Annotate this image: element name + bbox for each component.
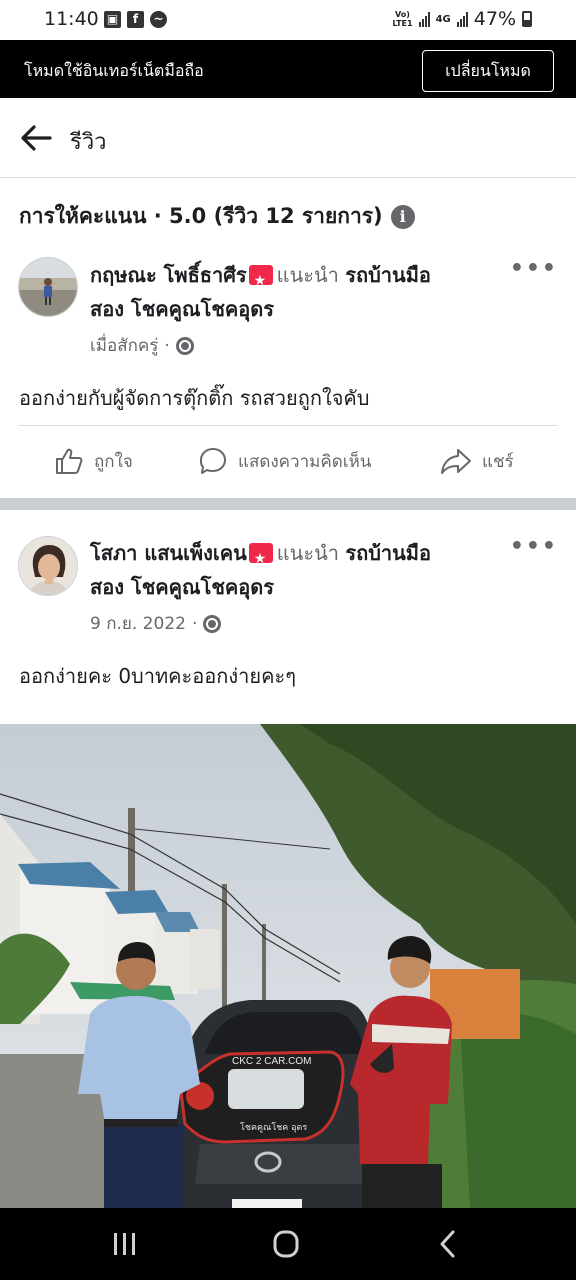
status-right: Vo) LTE1 4G 47% (392, 8, 532, 30)
page-name-cont[interactable]: สอง โชคคูณโชคอุดร (90, 297, 274, 321)
status-bar: 11:40 ▣ f ~ Vo) LTE1 4G 47% (0, 0, 576, 40)
page-name-cont[interactable]: สอง โชคคูณโชคอุดร (90, 575, 274, 599)
status-time: 11:40 (44, 8, 99, 30)
recommend-icon (248, 542, 273, 576)
data-mode-text: โหมดใช้อินเทอร์เน็ตมือถือ (24, 61, 204, 80)
recent-apps-icon[interactable] (105, 1226, 145, 1262)
review-author-line: โสภา แสนเพ็งเคน แนะนำ รถบ้านมือ สอง โชคคู… (90, 536, 520, 604)
like-button[interactable]: ถูกใจ (54, 426, 133, 496)
review-actions: ถูกใจ แสดงความคิดเห็น แชร์ (0, 426, 576, 496)
sign-subtext: โชคคูณโชค อุดร (240, 1122, 307, 1133)
review-text: ออกง่ายคะ 0บาทคะออกง่ายคะๆ (19, 664, 296, 688)
avatar-image (19, 537, 77, 595)
review-photo-image: CKC 2 CAR.COM โชคคูณโชค อุดร (0, 724, 576, 1208)
reviewer-name[interactable]: โสภา แสนเพ็งเคน (90, 541, 247, 565)
network-type: 4G (435, 13, 451, 25)
recommends-label: แนะนำ (276, 541, 339, 565)
data-mode-bar: โหมดใช้อินเทอร์เน็ตมือถือ เปลี่ยนโหมด (0, 40, 576, 98)
review-time[interactable]: 9 ก.ย. 2022 (90, 610, 186, 637)
review-meta: 9 ก.ย. 2022 · (90, 610, 222, 637)
review-meta: เมื่อสักครู่ · (90, 332, 194, 359)
section-divider (0, 498, 576, 510)
review-photo[interactable]: CKC 2 CAR.COM โชคคูณโชค อุดร (0, 724, 576, 1208)
avatar[interactable] (18, 536, 78, 596)
volte-icon: Vo) LTE1 (392, 10, 413, 28)
facebook-icon: f (127, 11, 144, 28)
meta-dot: · (164, 335, 170, 356)
page-name[interactable]: รถบ้านมือ (345, 541, 431, 565)
switch-mode-button[interactable]: เปลี่ยนโหมด (422, 50, 554, 92)
reviewer-name[interactable]: กฤษณะ โพธิ์ธาศีร (90, 263, 247, 287)
page-title: รีวิว (70, 130, 107, 155)
sign-text: CKC 2 CAR.COM (232, 1056, 311, 1067)
share-button[interactable]: แชร์ (440, 426, 514, 496)
page-name[interactable]: รถบ้านมือ (345, 263, 431, 287)
share-icon (441, 449, 471, 474)
recommends-label: แนะนำ (276, 263, 339, 287)
rating-summary: การให้คะแนน · 5.0 (รีวิว 12 รายการ) i (19, 200, 415, 233)
review-time[interactable]: เมื่อสักครู่ (90, 332, 158, 359)
back-arrow-icon[interactable] (18, 120, 54, 156)
messenger-icon: ~ (150, 11, 167, 28)
rating-summary-text: การให้คะแนน · 5.0 (รีวิว 12 รายการ) (19, 204, 383, 228)
recommend-icon (248, 264, 273, 298)
battery-icon (522, 11, 532, 27)
more-options-icon[interactable]: ••• (510, 256, 558, 281)
info-icon[interactable]: i (390, 204, 415, 229)
home-icon[interactable] (266, 1226, 306, 1262)
gallery-icon: ▣ (104, 11, 121, 28)
globe-icon (203, 614, 222, 633)
globe-icon (175, 336, 194, 355)
comment-button[interactable]: แสดงความคิดเห็น (198, 426, 371, 496)
avatar[interactable] (18, 257, 78, 317)
comment-icon (200, 448, 226, 474)
notification-icons: ▣ f ~ (104, 11, 167, 28)
system-nav-bar (0, 1208, 576, 1280)
page-header: รีวิว (0, 98, 576, 178)
review-author-line: กฤษณะ โพธิ์ธาศีร แนะนำ รถบ้านมือ สอง โชคค… (90, 258, 520, 326)
like-label: ถูกใจ (94, 451, 133, 472)
more-options-icon[interactable]: ••• (510, 534, 558, 559)
share-label: แชร์ (482, 451, 514, 472)
like-icon (56, 448, 83, 474)
signal-icon (418, 11, 430, 27)
battery-percent: 47% (473, 8, 516, 30)
avatar-image (19, 258, 77, 316)
back-nav-icon[interactable] (428, 1226, 468, 1262)
meta-dot: · (191, 613, 198, 634)
review-text: ออกง่ายกับผู้จัดการตุ๊กติ๊ก รถสวยถูกใจคั… (19, 386, 370, 410)
signal-icon-2 (456, 11, 468, 27)
comment-label: แสดงความคิดเห็น (238, 451, 372, 472)
